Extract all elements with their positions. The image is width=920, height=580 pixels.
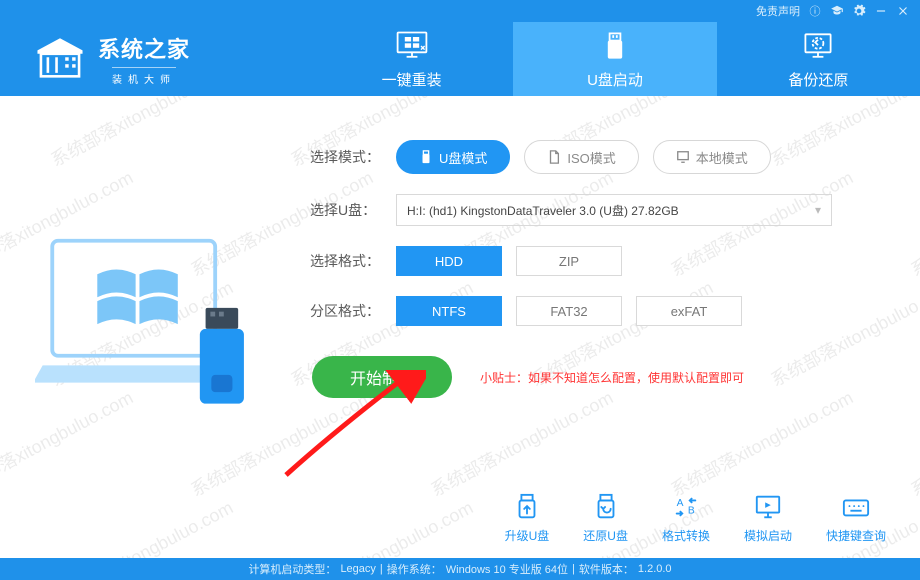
statusbar: 计算机启动类型： Legacy | 操作系统： Windows 10 专业版 6… (0, 558, 920, 580)
fs-ntfs[interactable]: NTFS (396, 296, 502, 326)
brand-title: 系统之家 (98, 32, 190, 64)
status-ver: 1.2.0.0 (638, 563, 672, 575)
usb-up-icon (512, 493, 542, 521)
chevron-down-icon: ▾ (815, 203, 821, 217)
info-icon: ⓘ (808, 4, 822, 18)
usb-select[interactable]: H:I: (hd1) KingstonDataTraveler 3.0 (U盘)… (396, 194, 832, 226)
mode-label: 选择模式： (310, 147, 396, 167)
svg-text:A: A (677, 498, 684, 509)
titlebar: 免责声明 ⓘ (0, 0, 920, 22)
header: 免责声明 ⓘ (0, 0, 920, 96)
tip: 小贴士：如果不知道怎么配置，使用默认配置即可 (480, 369, 744, 386)
tab-label: 一键重装 (382, 69, 442, 90)
config-panel: 选择模式： U盘模式 ISO模式 本地模式 选择U盘： H:I: (hd1) K… (300, 96, 920, 558)
fs-exfat[interactable]: exFAT (636, 296, 742, 326)
usb-select-value: H:I: (hd1) KingstonDataTraveler 3.0 (U盘)… (407, 202, 679, 219)
convert-icon: AB (671, 493, 701, 521)
settings-icon[interactable] (852, 4, 866, 18)
tool-hotkey[interactable]: 快捷键查询 (826, 493, 886, 544)
status-boot: Legacy (340, 563, 375, 575)
minimize-icon[interactable] (874, 4, 888, 18)
monitor-icon (394, 29, 430, 63)
disclaimer-link[interactable]: 免责声明 (756, 3, 800, 19)
illustration (0, 96, 300, 558)
fs-label: 分区格式： (310, 301, 396, 321)
tool-simulate[interactable]: 模拟启动 (744, 493, 792, 544)
status-ver-label: 软件版本： (579, 561, 634, 577)
usb-restore-icon (591, 493, 621, 521)
svg-text:B: B (688, 506, 695, 517)
mode-iso[interactable]: ISO模式 (524, 140, 638, 174)
brand-logo-icon (34, 36, 86, 82)
tip-label: 小贴士： (480, 371, 528, 385)
fs-fat32[interactable]: FAT32 (516, 296, 622, 326)
format-label: 选择格式： (310, 251, 396, 271)
tool-upgrade-usb[interactable]: 升级U盘 (505, 493, 550, 544)
simulate-icon (753, 493, 783, 521)
keyboard-icon (841, 493, 871, 521)
brand: 系统之家 装机大师 (0, 32, 310, 86)
status-boot-label: 计算机启动类型： (248, 561, 336, 577)
usb-label: 选择U盘： (310, 200, 396, 220)
tab-usb-boot[interactable]: U盘启动 (513, 22, 716, 96)
format-zip[interactable]: ZIP (516, 246, 622, 276)
status-os: Windows 10 专业版 64位 (446, 561, 568, 577)
brand-subtitle: 装机大师 (112, 67, 176, 86)
tool-strip: 升级U盘 还原U盘 AB 格式转换 模拟启动 快捷键查询 (505, 493, 886, 544)
tool-restore-usb[interactable]: 还原U盘 (583, 493, 628, 544)
topnav: 系统之家 装机大师 一键重装 (0, 22, 920, 96)
status-os-label: 操作系统： (387, 561, 442, 577)
usb-icon (597, 29, 633, 63)
tab-reinstall[interactable]: 一键重装 (310, 22, 513, 96)
tab-backup[interactable]: 备份还原 (717, 22, 920, 96)
graduation-icon[interactable] (830, 4, 844, 18)
mode-local[interactable]: 本地模式 (653, 140, 771, 174)
monitor-small-icon (676, 150, 690, 164)
tip-text: 如果不知道怎么配置，使用默认配置即可 (528, 371, 744, 385)
restore-icon (800, 29, 836, 63)
tab-label: U盘启动 (587, 69, 643, 90)
start-button[interactable]: 开始制作 (312, 356, 452, 398)
file-icon (547, 150, 561, 164)
close-icon[interactable] (896, 4, 910, 18)
tab-label: 备份还原 (788, 69, 848, 90)
usb-small-icon (419, 150, 433, 164)
format-hdd[interactable]: HDD (396, 246, 502, 276)
tool-convert[interactable]: AB 格式转换 (662, 493, 710, 544)
mode-usb[interactable]: U盘模式 (396, 140, 510, 174)
